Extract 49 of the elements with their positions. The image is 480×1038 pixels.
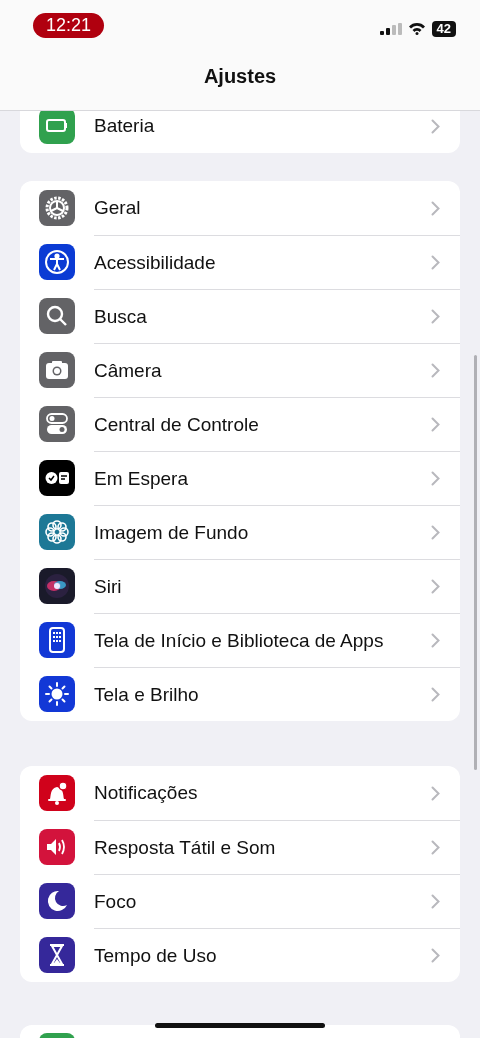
settings-item[interactable]: Resposta Tátil e Som: [94, 836, 276, 859]
status-time: 12:21: [33, 13, 105, 38]
settings-item[interactable]: Em Espera: [94, 467, 188, 490]
settings-item[interactable]: Notificações: [94, 782, 198, 804]
accessibility-icon: [39, 244, 75, 280]
flower-icon: [39, 514, 75, 550]
battery-indicator: 42: [431, 20, 456, 37]
chevron-icon: [431, 417, 440, 432]
camera-icon: [39, 352, 75, 388]
chevron-icon: [431, 948, 440, 963]
settings-item[interactable]: Central de Controle: [94, 413, 259, 436]
hourglass-icon: [39, 937, 75, 973]
wifi-icon: [407, 22, 426, 35]
moon-icon: [39, 883, 75, 919]
chevron-icon: [431, 309, 440, 324]
chevron-icon: [431, 894, 440, 909]
sun-icon: [39, 676, 75, 712]
chevron-icon: [431, 579, 440, 594]
clock-icon: [39, 460, 75, 496]
settings-item[interactable]: Tempo de Uso: [94, 944, 217, 967]
chevron-icon: [431, 200, 440, 216]
settings-item[interactable]: Tela e Brilho: [94, 683, 199, 706]
phone-icon: [39, 622, 75, 658]
toggles-icon: [39, 406, 75, 442]
settings-item[interactable]: Imagem de Fundo: [94, 521, 249, 544]
chevron-icon: [431, 118, 440, 134]
chevron-icon: [431, 255, 440, 270]
chevron-icon: [431, 785, 440, 801]
settings-item[interactable]: Geral: [94, 197, 141, 219]
chevron-icon: [431, 840, 440, 855]
gear-icon: [39, 190, 75, 226]
bell-icon: [39, 775, 75, 811]
page-title: Ajustes: [202, 65, 278, 88]
settings-item[interactable]: Câmera: [94, 359, 162, 382]
chevron-icon: [431, 471, 440, 486]
chevron-icon: [431, 633, 440, 648]
settings-item[interactable]: Acessibilidade: [94, 251, 216, 274]
signal-icon: [379, 22, 402, 35]
settings-item[interactable]: Busca: [94, 305, 147, 328]
settings-item[interactable]: Siri: [94, 575, 122, 598]
settings-item[interactable]: Foco: [94, 890, 137, 913]
settings-item[interactable]: Tela de Início e Biblioteca de Apps: [94, 629, 384, 652]
orb-icon: [39, 568, 75, 604]
chevron-icon: [431, 363, 440, 378]
speaker-icon: [39, 829, 75, 865]
chevron-icon: [431, 525, 440, 540]
settings-item[interactable]: Bateria: [94, 115, 155, 137]
search-icon: [39, 298, 75, 334]
chevron-icon: [431, 687, 440, 702]
